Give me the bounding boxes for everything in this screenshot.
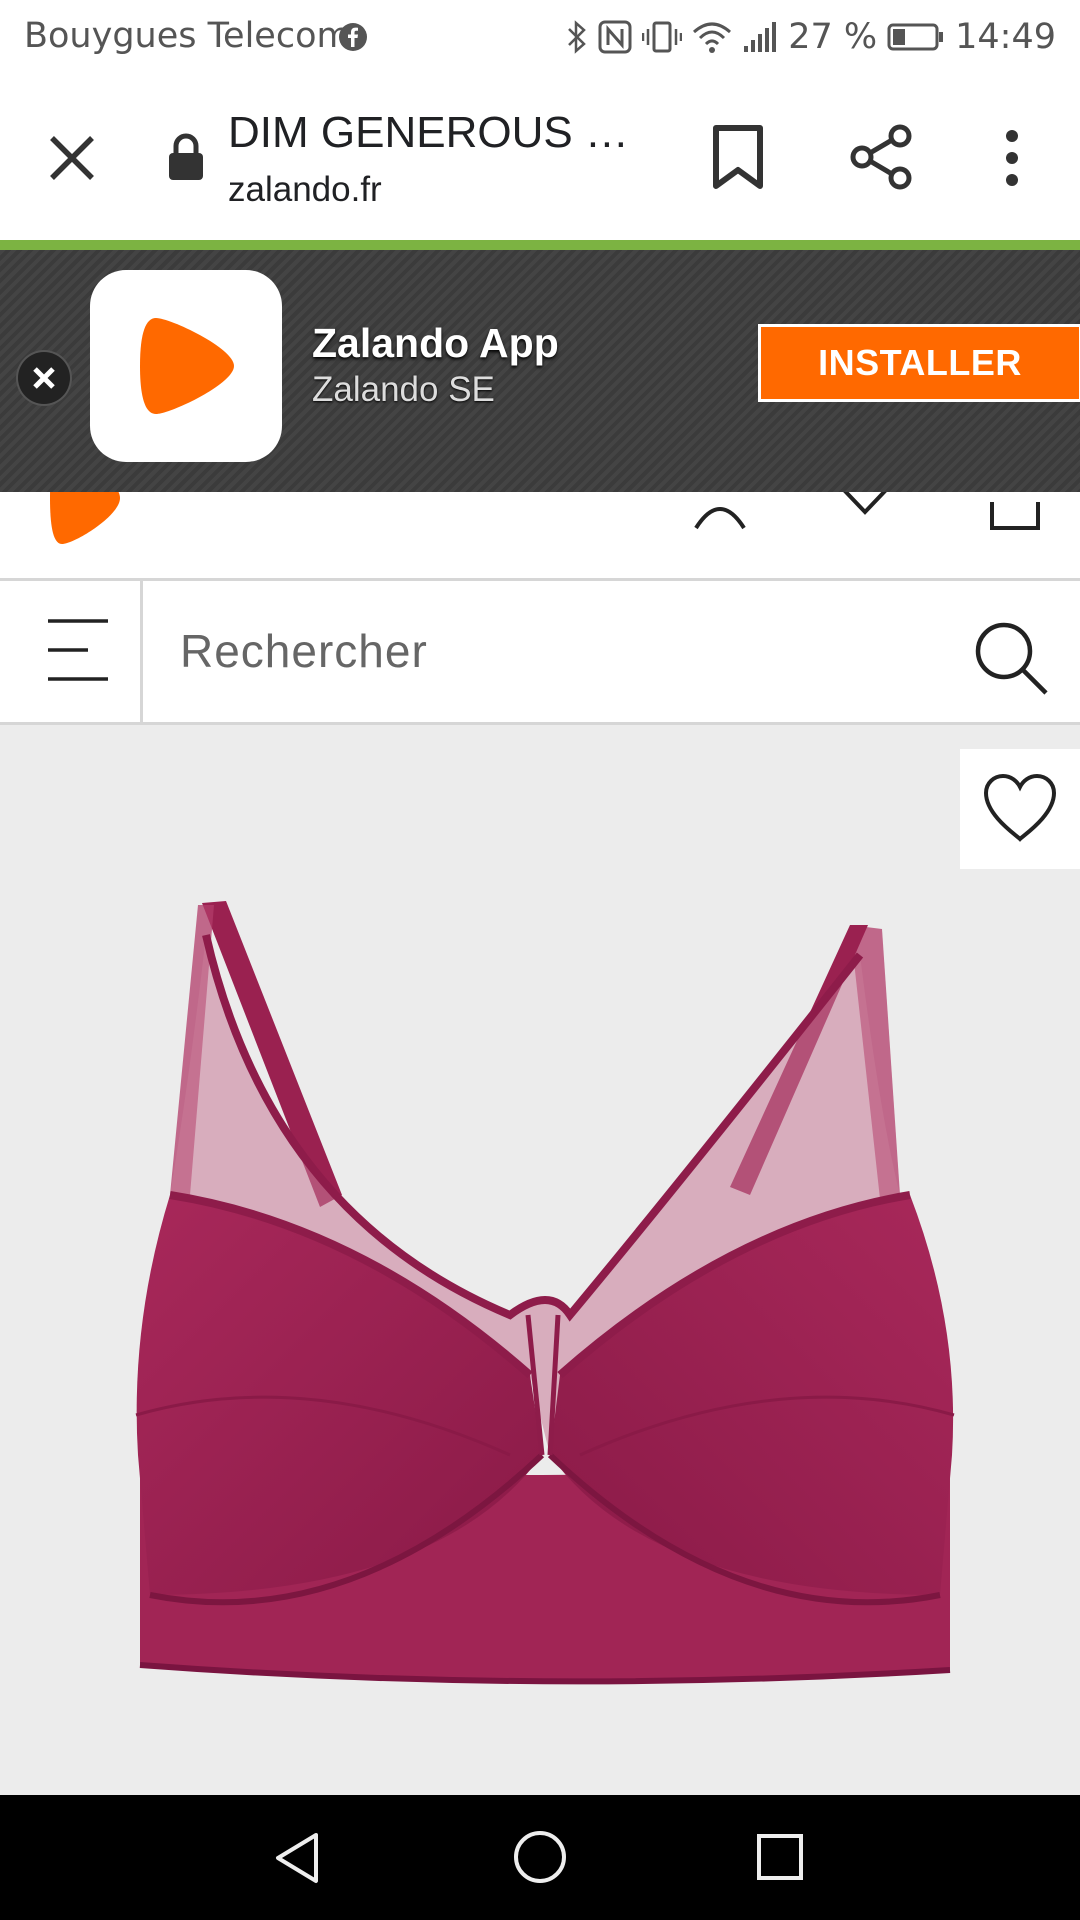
facebook-icon	[339, 23, 367, 51]
add-to-wishlist-button[interactable]	[960, 749, 1080, 869]
heart-icon	[983, 773, 1057, 842]
browser-toolbar: DIM GENEROUS … zalando.fr	[0, 74, 1080, 240]
product-photo-bra	[135, 901, 955, 1685]
bookmark-icon[interactable]	[708, 124, 768, 190]
app-install-banner: Zalando App Zalando SE INSTALLER	[0, 250, 1080, 492]
page-url[interactable]: zalando.fr	[228, 170, 382, 210]
signal-icon	[744, 22, 777, 52]
home-icon[interactable]	[512, 1829, 568, 1885]
wifi-icon	[693, 22, 732, 53]
clock: 14:49	[955, 17, 1056, 57]
share-icon[interactable]	[848, 124, 916, 190]
menu-button[interactable]	[0, 581, 143, 722]
status-icons: 27 % 14:49	[566, 14, 1056, 60]
page-title[interactable]: DIM GENEROUS …	[228, 108, 629, 158]
battery-icon	[887, 23, 944, 51]
install-button[interactable]: INSTALLER	[758, 324, 1080, 402]
user-account-icon[interactable]	[692, 492, 748, 530]
app-name: Zalando App	[312, 320, 559, 366]
banner-close-button[interactable]	[18, 352, 70, 404]
bluetooth-icon	[568, 20, 587, 54]
hamburger-menu-icon	[48, 619, 108, 681]
status-bar: Bouygues Telecom 27 % 14:49	[0, 0, 1080, 74]
wishlist-icon[interactable]	[840, 492, 890, 522]
back-icon[interactable]	[272, 1831, 322, 1885]
search-icon[interactable]	[972, 619, 1052, 699]
site-header	[0, 492, 1080, 581]
zalando-logo-icon[interactable]	[48, 492, 122, 548]
product-image-area[interactable]	[0, 725, 1080, 1795]
page-load-progress	[0, 240, 1080, 250]
carrier-name: Bouygues Telecom	[24, 16, 351, 56]
lock-icon[interactable]	[166, 132, 206, 182]
vibrate-icon	[642, 21, 683, 53]
recent-apps-icon[interactable]	[756, 1833, 804, 1881]
zalando-app-icon[interactable]	[90, 270, 282, 462]
app-vendor: Zalando SE	[312, 370, 495, 409]
shopping-bag-icon[interactable]	[988, 492, 1042, 532]
close-tab-icon[interactable]	[40, 126, 104, 190]
close-icon	[33, 367, 55, 389]
search-bar	[0, 581, 1080, 725]
more-options-icon[interactable]	[992, 126, 1032, 190]
nfc-icon	[598, 20, 632, 54]
battery-percent: 27 %	[788, 17, 878, 57]
search-input[interactable]	[180, 615, 920, 687]
system-navigation-bar	[0, 1795, 1080, 1920]
zalando-logo-icon	[140, 318, 234, 414]
